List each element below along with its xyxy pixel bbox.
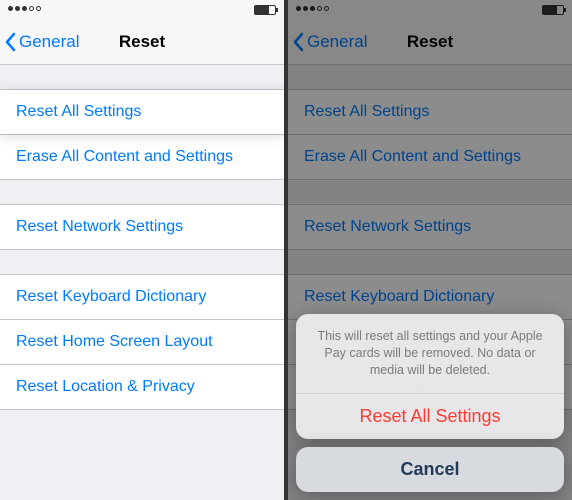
battery-icon <box>254 5 276 15</box>
signal-dots-icon <box>296 6 329 11</box>
back-button[interactable]: General <box>4 20 79 64</box>
row-reset-network[interactable]: Reset Network Settings <box>0 205 284 249</box>
row-reset-all-settings[interactable]: Reset All Settings <box>288 90 572 134</box>
back-label: General <box>19 32 79 52</box>
nav-title: Reset <box>119 32 165 52</box>
row-reset-home[interactable]: Reset Home Screen Layout <box>0 319 284 364</box>
nav-bar: General Reset <box>0 20 284 65</box>
back-label: General <box>307 32 367 52</box>
row-reset-all-settings[interactable]: Reset All Settings <box>0 90 284 134</box>
row-reset-network[interactable]: Reset Network Settings <box>288 205 572 249</box>
chevron-left-icon <box>4 32 16 52</box>
row-reset-location[interactable]: Reset Location & Privacy <box>0 364 284 409</box>
battery-icon <box>542 5 564 15</box>
row-erase-all-content[interactable]: Erase All Content and Settings <box>0 134 284 179</box>
status-bar <box>0 0 284 20</box>
cancel-button[interactable]: Cancel <box>296 447 564 492</box>
nav-bar: General Reset <box>288 20 572 65</box>
back-button[interactable]: General <box>292 20 367 64</box>
action-sheet: This will reset all settings and your Ap… <box>288 306 572 500</box>
signal-dots-icon <box>8 6 41 11</box>
row-erase-all-content[interactable]: Erase All Content and Settings <box>288 134 572 179</box>
confirm-reset-button[interactable]: Reset All Settings <box>296 394 564 439</box>
chevron-left-icon <box>292 32 304 52</box>
screenshot-right: General Reset Reset All Settings Erase A… <box>288 0 572 500</box>
row-reset-keyboard[interactable]: Reset Keyboard Dictionary <box>0 275 284 319</box>
status-bar <box>288 0 572 20</box>
screenshot-left: General Reset Reset All Settings Erase A… <box>0 0 284 500</box>
action-sheet-message: This will reset all settings and your Ap… <box>296 314 564 394</box>
nav-title: Reset <box>407 32 453 52</box>
